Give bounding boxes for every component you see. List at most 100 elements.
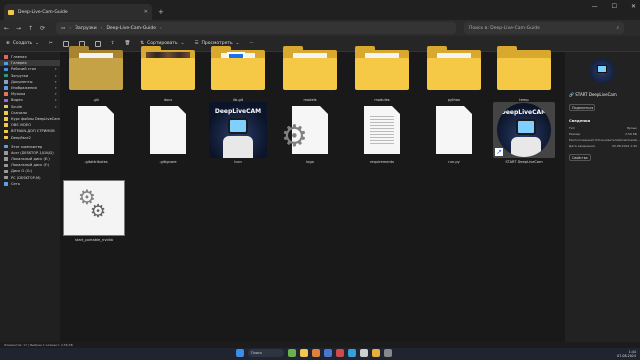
sidebar-item-label: Скачали: [11, 110, 27, 115]
breadcrumb-item[interactable]: Загрузки: [75, 26, 97, 31]
sidebar-item-label: BITMAIN-ДОП СТРИМОВ: [11, 129, 55, 134]
close-button[interactable]: ✕: [631, 3, 636, 10]
desktop-icon: [4, 67, 8, 72]
drive-icon: [4, 163, 8, 168]
thumbnail: DeepLiveCAM: [207, 102, 269, 158]
forward-arrow-icon[interactable]: →: [16, 25, 21, 32]
file-item[interactable]: DeepLiveCAM ↗ START DeepLiveCam: [493, 102, 555, 164]
folder-icon: [69, 46, 123, 90]
folder-icon: [497, 46, 551, 90]
file-item[interactable]: requirements: [351, 102, 413, 164]
details-row: Размер 2,56 КБ: [569, 132, 637, 136]
folder-item[interactable]: .git: [65, 40, 127, 102]
computer-icon: [4, 144, 8, 149]
up-arrow-icon[interactable]: ↑: [28, 25, 33, 32]
sidebar-device[interactable]: Сеть: [0, 181, 60, 187]
sidebar-item-label: Музыка: [11, 92, 26, 97]
clock[interactable]: 1:44 07.08.2024: [617, 350, 636, 358]
breadcrumb[interactable]: ▭ › Загрузки › Deep-Live-Cam-Guide ›: [56, 22, 456, 34]
chrome-icon[interactable]: [372, 349, 380, 357]
minimize-button[interactable]: —: [592, 3, 598, 10]
address-bar: ← → ↑ ⟳ ▭ › Загрузки › Deep-Live-Cam-Gui…: [0, 20, 640, 36]
folder-icon: [141, 46, 195, 90]
thumbnail: [351, 102, 413, 158]
sidebar-device-label: Локальный диск (E:): [11, 157, 50, 162]
back-arrow-icon[interactable]: ←: [4, 25, 9, 32]
drive-icon: [4, 175, 8, 180]
folder-icon: [427, 46, 481, 90]
file-name: icon: [234, 160, 242, 164]
folder-item[interactable]: lib.git: [207, 40, 269, 102]
poster-title: DeepLiveCAM: [500, 109, 548, 116]
file-item[interactable]: run.py: [423, 102, 485, 164]
start-icon[interactable]: [236, 349, 244, 357]
file-item[interactable]: ⚙ logo: [279, 102, 341, 164]
refresh-icon[interactable]: ⟳: [40, 25, 45, 32]
preview-thumbnail: [589, 58, 615, 84]
details-key: Расположение: [569, 138, 593, 142]
navigation-pane: Главная Галерея Рабочий стол ✦ Загрузки ✦ Доку…: [0, 52, 60, 342]
app-icon: DeepLiveCAM: [497, 103, 551, 157]
details-row: Расположение C:\Пользователи\Downloads\..…: [569, 138, 640, 142]
folder-icon: [4, 123, 8, 127]
sidebar-item-label: Галерея: [11, 61, 27, 66]
close-tab-icon[interactable]: ✕: [144, 9, 148, 15]
share-button[interactable]: Поделиться: [569, 104, 595, 111]
pin-icon: ✦: [54, 86, 57, 91]
maximize-button[interactable]: ☐: [612, 3, 617, 10]
obs-icon[interactable]: [360, 349, 368, 357]
store-icon[interactable]: [324, 349, 332, 357]
thumbnail: [423, 40, 485, 96]
poster-title: DeepLiveCAM: [214, 108, 262, 115]
details-key: Размер: [569, 132, 581, 136]
sidebar-item-label: OBS VIDEO: [11, 123, 32, 128]
sidebar-device-label: Локальный диск (F:): [11, 163, 50, 168]
file-name: .gitignore: [159, 160, 177, 164]
file-item[interactable]: .gitattributes: [65, 102, 127, 164]
clock-date: 07.08.2024: [617, 354, 636, 358]
thumbnail: DeepLiveCAM ↗: [493, 102, 555, 158]
breadcrumb-item[interactable]: Deep-Live-Cam-Guide: [106, 26, 156, 31]
folder-item[interactable]: models: [279, 40, 341, 102]
browser-icon[interactable]: [312, 349, 320, 357]
create-button[interactable]: ⊕ Создать ⌄: [6, 41, 39, 46]
explorer-icon[interactable]: [300, 349, 308, 357]
file-view: .git docs lib.git models modules python temp .g…: [60, 46, 565, 342]
new-tab-button[interactable]: +: [158, 8, 164, 16]
home-icon: [4, 55, 8, 59]
folder-icon: [4, 129, 8, 134]
folder-item[interactable]: python: [423, 40, 485, 102]
sidebar-device-label: Сеть: [11, 181, 20, 186]
settings-icon[interactable]: [384, 349, 392, 357]
properties-button[interactable]: Свойства: [569, 154, 591, 161]
mail-icon[interactable]: [336, 349, 344, 357]
folder-item[interactable]: modules: [351, 40, 413, 102]
folder-item[interactable]: docs: [137, 40, 199, 102]
taskbar-search[interactable]: Поиск: [248, 349, 284, 357]
plus-icon: ⊕: [6, 41, 10, 46]
document-icon: [78, 106, 114, 154]
sidebar-device-label: PC (DESKTOP-M): [11, 175, 41, 180]
gear-icon: ⚙: [90, 201, 107, 222]
folder-item[interactable]: temp: [493, 40, 555, 102]
search-input[interactable]: Поиск в: Deep-Live-Cam-Guide ⌕: [464, 22, 624, 34]
sidebar-item-label: Курс файлы DeepLiveCam: [11, 116, 60, 121]
window-tab[interactable]: Deep-Live-Cam-Guide ✕: [4, 4, 152, 20]
pin-icon: ✦: [54, 67, 57, 72]
telegram-icon[interactable]: [348, 349, 356, 357]
widgets-icon[interactable]: [288, 349, 296, 357]
file-item[interactable]: DeepLiveCAM icon: [207, 102, 269, 164]
file-item[interactable]: ⚙ ⚙ start_portable_nvidia: [63, 180, 125, 242]
folder-icon: [4, 135, 8, 140]
cut-icon[interactable]: ✂: [49, 41, 53, 46]
network-icon: [4, 182, 8, 186]
file-name: START DeepLiveCam: [505, 160, 543, 164]
folder-icon: [4, 111, 8, 115]
sidebar-item-label: Soulie: [11, 104, 22, 109]
taskbar: Поиск 1:44 07.08.2024: [0, 348, 640, 360]
details-value: Ярлык: [626, 126, 637, 130]
file-item[interactable]: .gitignore: [137, 102, 199, 164]
folder-icon: [8, 9, 14, 15]
search-placeholder: Поиск в: Deep-Live-Cam-Guide: [469, 25, 540, 31]
file-name: start_portable_nvidia: [75, 238, 113, 242]
